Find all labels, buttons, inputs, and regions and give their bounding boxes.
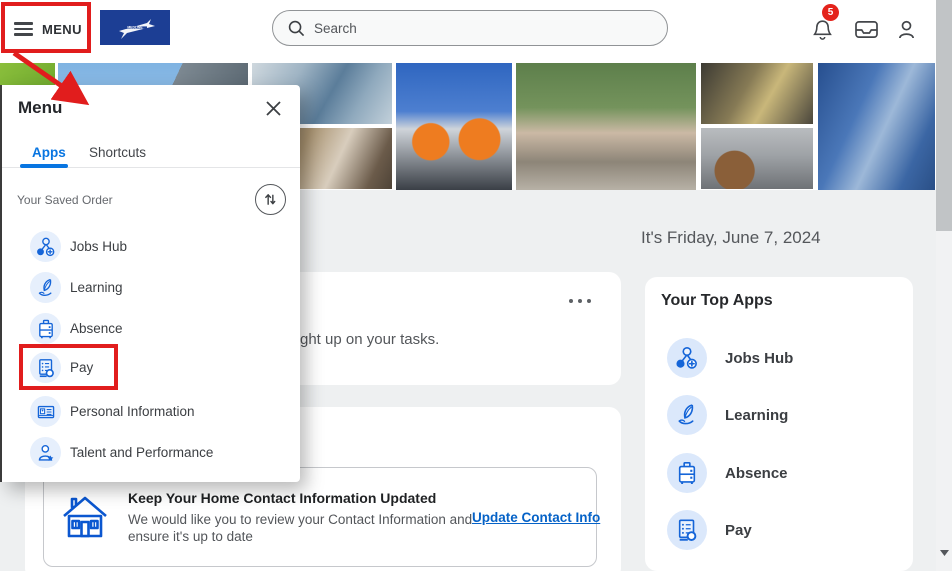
top-app-label: Learning (725, 407, 788, 424)
menu-item-learning[interactable]: Learning (30, 272, 123, 303)
more-options-icon[interactable] (569, 299, 595, 303)
jobs-hub-icon (667, 338, 707, 378)
profile-button[interactable] (892, 15, 920, 43)
top-app-label: Absence (725, 465, 788, 482)
absence-icon (30, 313, 61, 344)
inbox-tray-icon (854, 19, 879, 40)
svg-text:MEDLINE: MEDLINE (127, 25, 143, 29)
scrollbar-down-arrow[interactable] (936, 545, 952, 561)
contact-notice-body-line1: We would like you to review your Contact… (128, 512, 472, 527)
pay-icon (30, 352, 61, 383)
menu-item-label: Jobs Hub (70, 239, 127, 254)
banner-photo-forklift (701, 63, 813, 124)
saved-order-label: Your Saved Order (17, 193, 113, 207)
tasks-card-text: ght up on your tasks. (300, 331, 439, 348)
contact-notice-body-line2: ensure it's up to date (128, 529, 253, 544)
menu-item-pay[interactable]: Pay (30, 352, 93, 383)
tab-apps[interactable]: Apps (32, 145, 66, 160)
menu-panel-title: Menu (18, 98, 62, 118)
top-app-pay[interactable]: Pay (667, 510, 752, 550)
banner-photo-conveyor (701, 128, 813, 189)
scrollbar-thumb[interactable] (936, 0, 952, 231)
close-icon[interactable] (262, 97, 284, 119)
menu-item-talent-and-performance[interactable]: Talent and Performance (30, 437, 213, 468)
update-contact-info-link[interactable]: Update Contact Info (472, 510, 600, 525)
contact-notice-title: Keep Your Home Contact Information Updat… (128, 490, 436, 506)
top-app-jobs-hub[interactable]: Jobs Hub (667, 338, 793, 378)
menu-button[interactable]: MENU (14, 14, 88, 44)
pay-icon (667, 510, 707, 550)
hamburger-icon (14, 19, 33, 39)
learning-icon (667, 395, 707, 435)
absence-icon (667, 453, 707, 493)
banner-photo-group (516, 63, 696, 190)
menu-item-label: Absence (70, 321, 123, 336)
tab-shortcuts[interactable]: Shortcuts (89, 145, 146, 160)
learning-icon (30, 272, 61, 303)
personal-information-icon (30, 396, 61, 427)
notification-badge: 5 (822, 4, 839, 21)
person-icon (897, 19, 916, 40)
top-app-label: Pay (725, 522, 752, 539)
top-apps-title: Your Top Apps (661, 292, 773, 310)
search-icon (288, 20, 305, 37)
banner-photo-warehouse-workers (396, 63, 512, 190)
inbox-button[interactable] (852, 15, 880, 43)
greeting-text: It's Friday, June 7, 2024 (641, 228, 821, 248)
menu-item-personal-information[interactable]: Personal Information (30, 396, 195, 427)
top-app-absence[interactable]: Absence (667, 453, 788, 493)
menu-item-label: Learning (70, 280, 123, 295)
sort-order-button[interactable] (255, 184, 286, 215)
workday-home-screen: It's Friday, June 7, 2024 ght up on your… (0, 0, 952, 571)
jobs-hub-icon (30, 231, 61, 262)
search-input[interactable] (314, 21, 614, 36)
active-tab-underline (20, 164, 68, 168)
menu-item-label: Talent and Performance (70, 445, 213, 460)
banner-photo-lab (818, 63, 935, 190)
medline-logo[interactable]: MEDLINE (100, 10, 170, 45)
menu-item-label: Pay (70, 360, 93, 375)
top-app-learning[interactable]: Learning (667, 395, 788, 435)
menu-button-label: MENU (42, 22, 82, 37)
menu-item-absence[interactable]: Absence (30, 313, 123, 344)
top-app-label: Jobs Hub (725, 350, 793, 367)
search-bar[interactable] (272, 10, 668, 46)
menu-item-jobs-hub[interactable]: Jobs Hub (30, 231, 127, 262)
talent-performance-icon (30, 437, 61, 468)
menu-item-label: Personal Information (70, 404, 195, 419)
home-icon (60, 491, 110, 548)
